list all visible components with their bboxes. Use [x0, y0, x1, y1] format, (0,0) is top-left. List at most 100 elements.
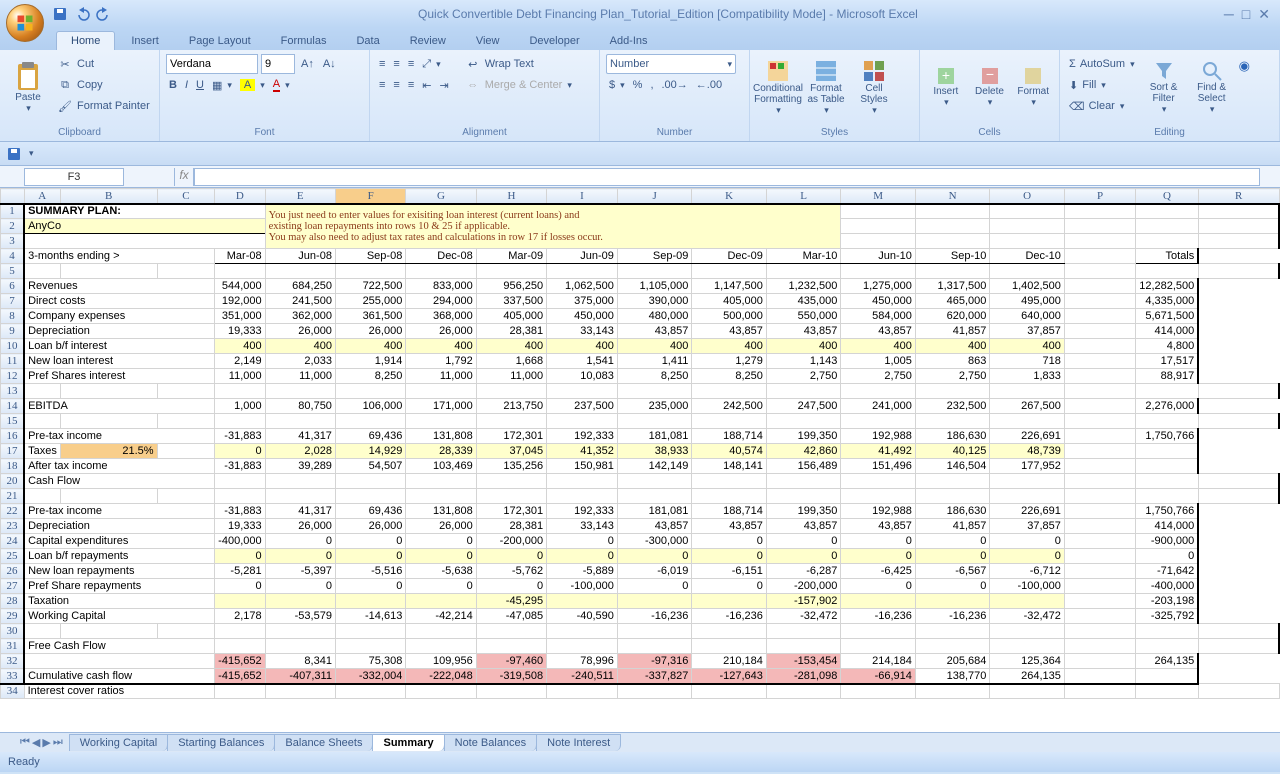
data-cell[interactable]: 400: [335, 339, 405, 354]
align-right-button[interactable]: ≡: [405, 75, 417, 95]
data-cell[interactable]: 41,352: [547, 444, 618, 459]
data-cell[interactable]: 0: [841, 549, 916, 564]
data-cell[interactable]: 956,250: [476, 279, 546, 294]
data-cell[interactable]: 1,541: [547, 354, 618, 369]
data-cell[interactable]: 210,184: [692, 654, 767, 669]
data-cell[interactable]: 37,857: [990, 519, 1065, 534]
data-cell[interactable]: 0: [215, 549, 265, 564]
data-cell[interactable]: 405,000: [476, 309, 546, 324]
row-header-2[interactable]: 2: [1, 219, 25, 234]
data-cell[interactable]: 390,000: [617, 294, 692, 309]
data-cell[interactable]: -31,883: [215, 504, 265, 519]
data-cell[interactable]: -5,516: [335, 564, 405, 579]
decrease-indent-button[interactable]: ⇤: [419, 75, 434, 95]
data-cell[interactable]: [335, 594, 405, 609]
sheet-nav-next-icon[interactable]: ▶: [42, 736, 50, 749]
tab-insert[interactable]: Insert: [117, 32, 173, 50]
sheet-nav-prev-icon[interactable]: ◀: [32, 736, 40, 749]
data-cell[interactable]: 0: [841, 579, 916, 594]
data-cell[interactable]: 19,333: [215, 324, 265, 339]
data-cell[interactable]: -97,460: [476, 654, 546, 669]
row-header-20[interactable]: 20: [1, 474, 25, 489]
col-header-B[interactable]: B: [60, 189, 157, 204]
border-button[interactable]: ▦▾: [209, 75, 235, 95]
row-header-1[interactable]: 1: [1, 204, 25, 219]
number-format-dropdown[interactable]: Number▾: [606, 54, 736, 74]
data-cell[interactable]: -16,236: [692, 609, 767, 624]
row-header-18[interactable]: 18: [1, 459, 25, 474]
row-header-31[interactable]: 31: [1, 639, 25, 654]
data-cell[interactable]: -47,085: [476, 609, 546, 624]
data-cell[interactable]: 192,988: [841, 429, 916, 444]
data-cell[interactable]: 226,691: [990, 429, 1065, 444]
data-cell[interactable]: 131,808: [406, 504, 476, 519]
data-cell[interactable]: -200,000: [766, 579, 841, 594]
col-header-I[interactable]: I: [547, 189, 618, 204]
data-cell[interactable]: -6,287: [766, 564, 841, 579]
data-cell[interactable]: 37,857: [990, 324, 1065, 339]
data-cell[interactable]: 33,143: [547, 324, 618, 339]
data-cell[interactable]: 0: [692, 549, 767, 564]
data-cell[interactable]: 375,000: [547, 294, 618, 309]
data-cell[interactable]: 192,333: [547, 504, 618, 519]
bold-button[interactable]: B: [166, 75, 180, 95]
data-cell[interactable]: 80,750: [265, 399, 335, 414]
row-header-10[interactable]: 10: [1, 339, 25, 354]
total-cell[interactable]: 12,282,500: [1136, 279, 1199, 294]
data-cell[interactable]: 640,000: [990, 309, 1065, 324]
total-cell[interactable]: 2,276,000: [1136, 399, 1199, 414]
data-cell[interactable]: 43,857: [841, 519, 916, 534]
data-cell[interactable]: 544,000: [215, 279, 265, 294]
data-cell[interactable]: -127,643: [692, 669, 767, 684]
copy-button[interactable]: ⧉Copy: [54, 75, 153, 95]
tab-addins[interactable]: Add-Ins: [596, 32, 662, 50]
data-cell[interactable]: 718: [990, 354, 1065, 369]
data-cell[interactable]: 0: [265, 549, 335, 564]
data-cell[interactable]: 40,125: [915, 444, 990, 459]
data-cell[interactable]: 41,317: [265, 429, 335, 444]
data-cell[interactable]: 103,469: [406, 459, 476, 474]
sheet-nav-first-icon[interactable]: ⏮: [20, 736, 30, 749]
qat-customize-icon[interactable]: ▾: [29, 148, 34, 159]
data-cell[interactable]: 41,857: [915, 324, 990, 339]
data-cell[interactable]: 186,630: [915, 429, 990, 444]
company-name-cell[interactable]: AnyCo: [24, 219, 265, 234]
row-header-14[interactable]: 14: [1, 399, 25, 414]
data-cell[interactable]: 0: [990, 534, 1065, 549]
data-cell[interactable]: 11,000: [406, 369, 476, 384]
data-cell[interactable]: 8,341: [265, 654, 335, 669]
data-cell[interactable]: 1,005: [841, 354, 916, 369]
data-cell[interactable]: 26,000: [265, 519, 335, 534]
data-cell[interactable]: 69,436: [335, 429, 405, 444]
data-cell[interactable]: -300,000: [617, 534, 692, 549]
row-header-9[interactable]: 9: [1, 324, 25, 339]
total-cell[interactable]: 88,917: [1136, 369, 1199, 384]
data-cell[interactable]: 26,000: [406, 324, 476, 339]
data-cell[interactable]: 235,000: [617, 399, 692, 414]
row-header-27[interactable]: 27: [1, 579, 25, 594]
data-cell[interactable]: 39,289: [265, 459, 335, 474]
total-cell[interactable]: 4,800: [1136, 339, 1199, 354]
data-cell[interactable]: -6,151: [692, 564, 767, 579]
data-cell[interactable]: 0: [915, 549, 990, 564]
sheet-nav-last-icon[interactable]: ⏭: [53, 736, 63, 749]
data-cell[interactable]: -32,472: [990, 609, 1065, 624]
data-cell[interactable]: -16,236: [915, 609, 990, 624]
data-cell[interactable]: 11,000: [265, 369, 335, 384]
data-cell[interactable]: 0: [547, 534, 618, 549]
tax-rate-cell[interactable]: 21.5%: [60, 444, 157, 459]
worksheet-grid[interactable]: ABCDEFGHIJKLMNOPQR1SUMMARY PLAN:You just…: [0, 188, 1280, 732]
data-cell[interactable]: 14,929: [335, 444, 405, 459]
data-cell[interactable]: 294,000: [406, 294, 476, 309]
paste-button[interactable]: Paste▾: [6, 54, 50, 120]
sheet-tab-starting-balances[interactable]: Starting Balances: [167, 734, 275, 751]
data-cell[interactable]: 156,489: [766, 459, 841, 474]
data-cell[interactable]: 450,000: [547, 309, 618, 324]
data-cell[interactable]: 0: [335, 549, 405, 564]
data-cell[interactable]: -415,652: [215, 654, 265, 669]
col-header-H[interactable]: H: [476, 189, 546, 204]
data-cell[interactable]: 28,339: [406, 444, 476, 459]
data-cell[interactable]: -415,652: [215, 669, 265, 684]
data-cell[interactable]: [692, 594, 767, 609]
data-cell[interactable]: 106,000: [335, 399, 405, 414]
